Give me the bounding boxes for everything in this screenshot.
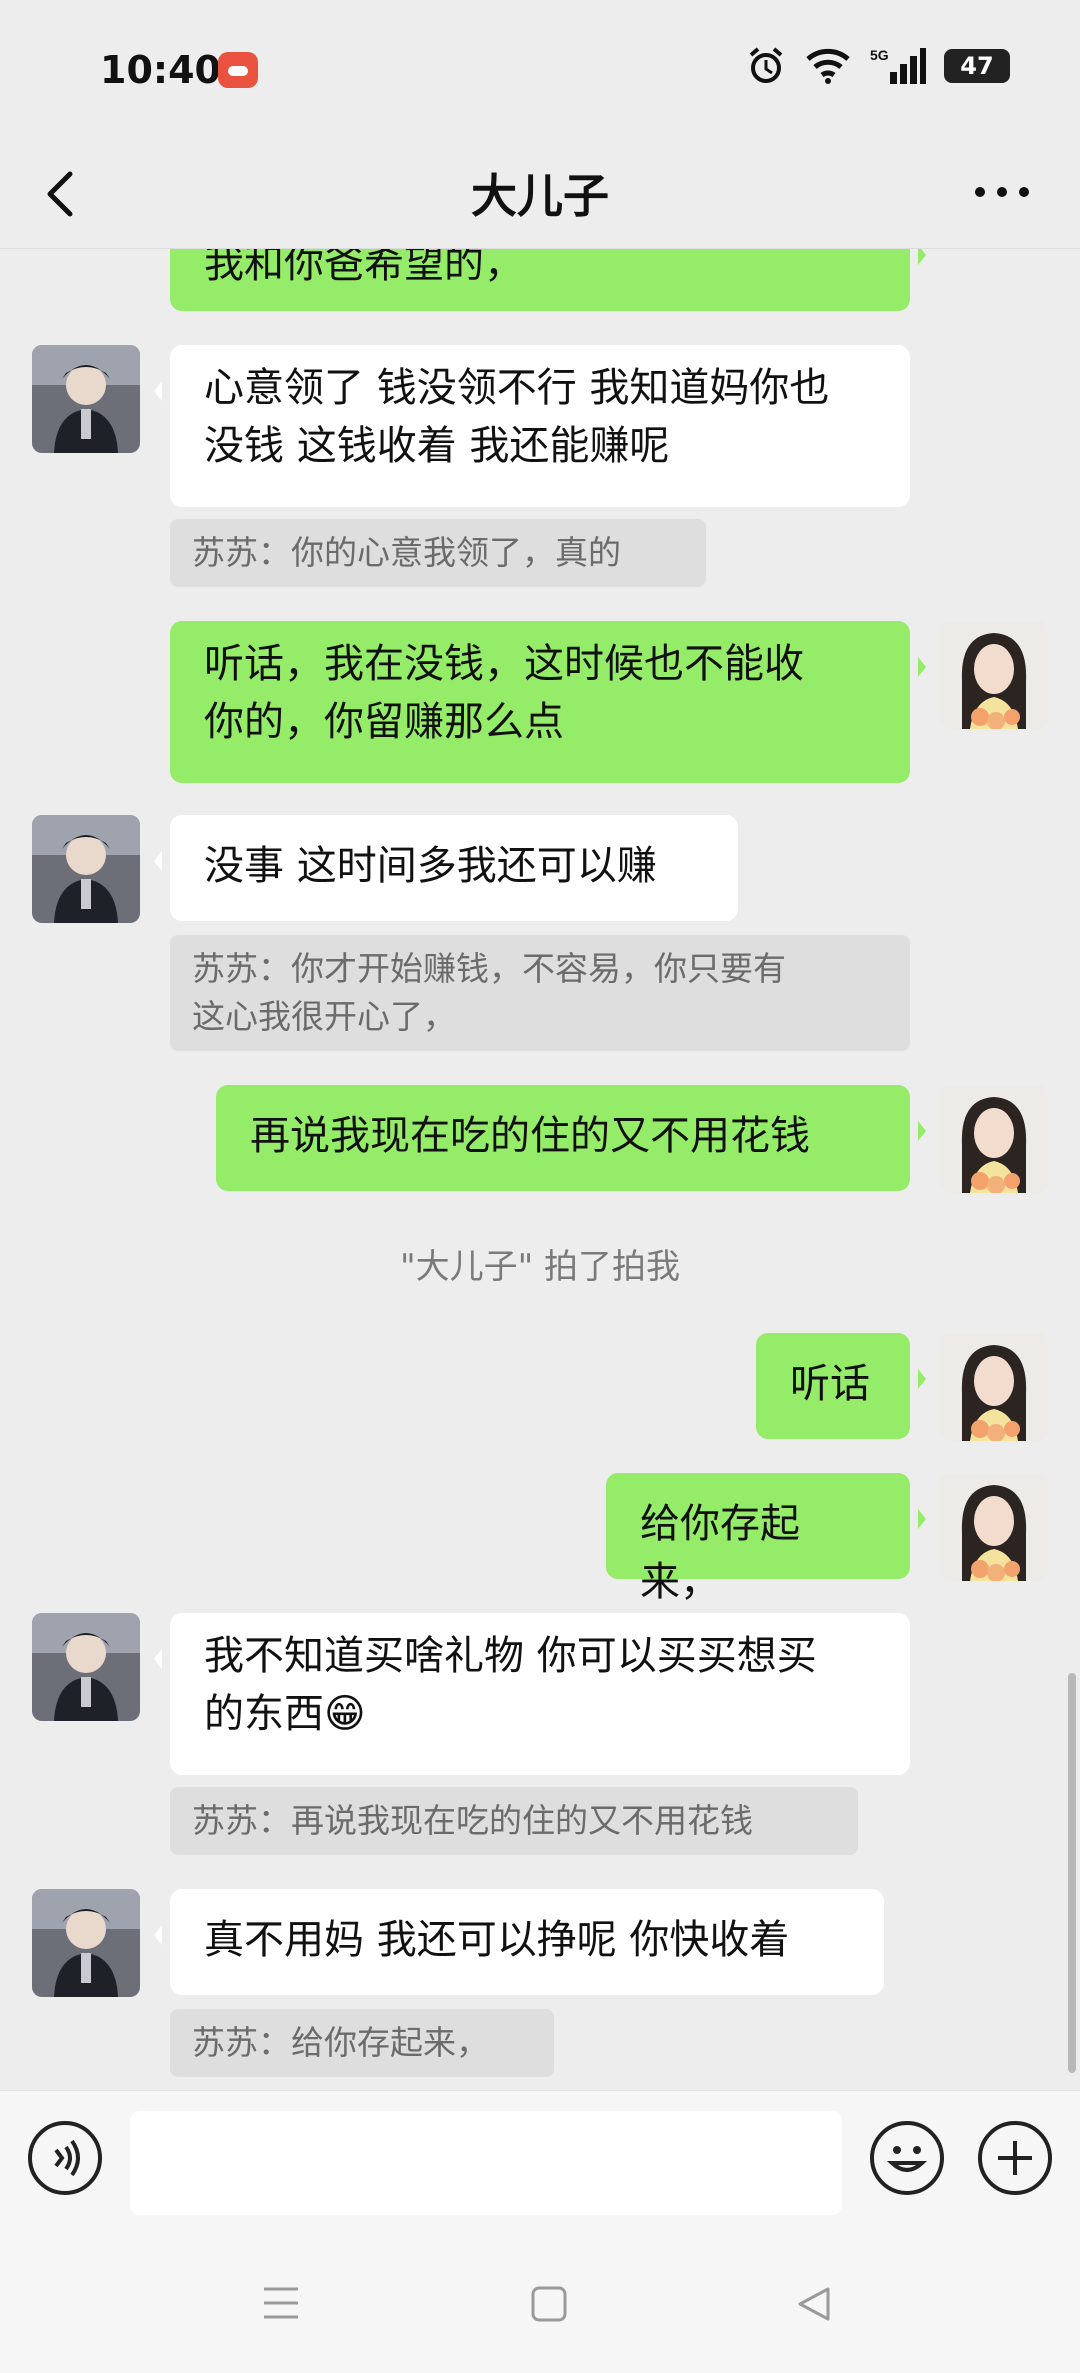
message-bubble-incoming[interactable]: 真不用妈 我还可以挣呢 你快收着 xyxy=(154,1889,884,1995)
message-text: 给你存起来， xyxy=(640,1501,800,1605)
chat-scrollbar[interactable] xyxy=(1068,1673,1076,2073)
message-text-field[interactable] xyxy=(130,2111,842,2215)
message-text: 真不用妈 我还可以挣呢 你快收着 xyxy=(204,1917,790,1963)
battery-icon: 47 xyxy=(944,49,1010,83)
add-attachment-button[interactable] xyxy=(978,2121,1052,2195)
contact-avatar[interactable] xyxy=(32,1889,140,1997)
emoji-button[interactable] xyxy=(870,2121,944,2195)
my-avatar[interactable] xyxy=(940,621,1048,729)
message-text-line: 你的，你留赚那么点 xyxy=(204,699,564,745)
avatar-image xyxy=(32,1613,140,1721)
clock: 10:40 xyxy=(100,48,221,92)
avatar-image xyxy=(940,1085,1048,1193)
quoted-reply[interactable]: 苏苏：你才开始赚钱，不容易，你只要有 这心我很开心了， xyxy=(170,935,910,1051)
avatar-image xyxy=(940,1333,1048,1441)
voice-icon xyxy=(54,2139,80,2177)
system-pat-notice: "大儿子" 拍了拍我 xyxy=(399,1247,681,1287)
quote-text-line: 这心我很开心了， xyxy=(192,997,456,1036)
message-bubble-outgoing[interactable]: 听话 xyxy=(756,1333,926,1439)
quote-text: 苏苏：你的心意我领了，真的 xyxy=(192,533,621,572)
message-bubble-incoming[interactable]: 我不知道买啥礼物 你可以买买想买 的东西😁 xyxy=(154,1613,910,1775)
avatar-image xyxy=(940,621,1048,729)
my-avatar[interactable] xyxy=(940,1085,1048,1193)
message-text: 没事 这时间多我还可以赚 xyxy=(204,843,657,889)
message-text: 再说我现在吃的住的又不用花钱 xyxy=(250,1113,810,1159)
status-icons: 5G 47 xyxy=(746,46,1010,86)
avatar-image xyxy=(32,345,140,453)
quoted-reply[interactable]: 苏苏：再说我现在吃的住的又不用花钱 xyxy=(170,1787,858,1855)
plus-icon xyxy=(998,2141,1032,2175)
cellular-signal-icon: 5G xyxy=(870,47,926,84)
message-text: 我和你爸希望的， xyxy=(204,249,524,287)
chat-title: 大儿子 xyxy=(471,169,609,223)
message-text-line: 心意领了 钱没领不行 我知道妈你也 xyxy=(204,365,830,411)
wifi-icon xyxy=(806,48,850,84)
status-bar: 10:40 5G 47 xyxy=(0,0,1080,140)
avatar-image xyxy=(940,1473,1048,1581)
grin-emoji-icon: 😁 xyxy=(324,1691,366,1737)
message-text: 的东西 xyxy=(204,1691,324,1737)
message-text-line: 听话，我在没钱，这时候也不能收 xyxy=(204,641,804,687)
message-bubble-incoming[interactable]: 心意领了 钱没领不行 我知道妈你也 没钱 这钱收着 我还能赚呢 xyxy=(154,345,910,507)
contact-avatar[interactable] xyxy=(32,345,140,453)
avatar-image xyxy=(32,1889,140,1997)
message-bubble-outgoing[interactable]: 我和你爸希望的， xyxy=(170,249,926,311)
avatar-image xyxy=(32,815,140,923)
quoted-reply[interactable]: 苏苏：你的心意我领了，真的 xyxy=(170,519,706,587)
contact-avatar[interactable] xyxy=(32,1613,140,1721)
message-text-line: 没钱 这钱收着 我还能赚呢 xyxy=(204,423,670,469)
more-dots-icon xyxy=(975,187,1029,197)
chat-header: 大儿子 xyxy=(0,140,1080,249)
app-notification-icon xyxy=(218,52,258,88)
recent-apps-icon[interactable] xyxy=(262,2285,300,2321)
message-text-line: 的东西😁 xyxy=(204,1685,876,1743)
quoted-reply[interactable]: 苏苏：给你存起来， xyxy=(170,2009,554,2077)
message-text-line: 我不知道买啥礼物 你可以买买想买 xyxy=(204,1633,817,1679)
system-navigation-bar xyxy=(0,2231,1080,2373)
back-nav-icon[interactable] xyxy=(794,2285,832,2323)
message-list[interactable]: 我和你爸希望的， 心意领了 钱没领不行 我知道妈你也 没钱 这钱收着 我还能赚呢… xyxy=(0,249,1080,2089)
message-text: 听话 xyxy=(790,1361,870,1407)
network-type-label: 5G xyxy=(870,47,889,63)
emoji-icon xyxy=(886,2146,928,2172)
voice-input-button[interactable] xyxy=(28,2121,102,2195)
more-options-button[interactable] xyxy=(972,172,1032,212)
message-bubble-outgoing[interactable]: 再说我现在吃的住的又不用花钱 xyxy=(216,1085,926,1191)
message-bubble-outgoing[interactable]: 听话，我在没钱，这时候也不能收 你的，你留赚那么点 xyxy=(170,621,926,783)
home-icon[interactable] xyxy=(530,2285,568,2323)
message-input-bar xyxy=(0,2090,1080,2231)
message-bubble-outgoing[interactable]: 给你存起来， xyxy=(606,1473,926,1605)
alarm-icon xyxy=(749,47,783,83)
contact-avatar[interactable] xyxy=(32,815,140,923)
my-avatar[interactable] xyxy=(940,1473,1048,1581)
quote-text: 苏苏：再说我现在吃的住的又不用花钱 xyxy=(192,1801,753,1840)
quote-text: 苏苏：给你存起来， xyxy=(192,2023,489,2062)
quote-text-line: 苏苏：你才开始赚钱，不容易，你只要有 xyxy=(192,949,786,988)
my-avatar[interactable] xyxy=(940,1333,1048,1441)
message-bubble-incoming[interactable]: 没事 这时间多我还可以赚 xyxy=(154,815,738,921)
